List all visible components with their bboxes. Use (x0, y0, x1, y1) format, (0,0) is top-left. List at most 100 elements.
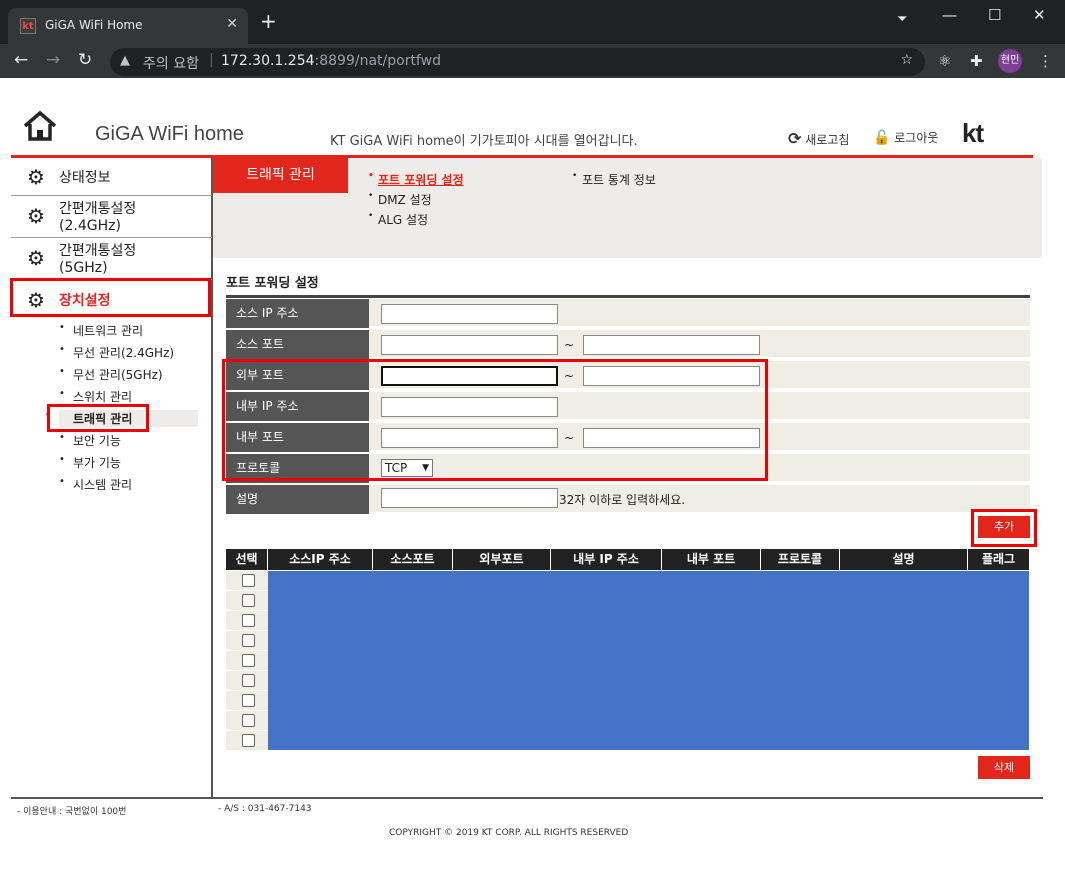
description-hint: 32자 이하로 입력하세요. (559, 493, 686, 507)
warning-icon[interactable]: ▲ (120, 53, 130, 68)
kt-logo: kt (962, 118, 984, 148)
table-body-selection (268, 571, 1029, 750)
sidebar-sub-system[interactable]: 시스템 관리 (59, 476, 132, 493)
source-port-end-input[interactable] (583, 335, 760, 355)
minimize-icon[interactable]: — (942, 6, 957, 24)
sidebar-item-label: 상태정보 (59, 170, 111, 186)
sidebar-item-label: 간편개통설정 (2.4GHz) (59, 201, 137, 234)
bookmark-star-icon[interactable]: ☆ (900, 52, 913, 68)
close-tab-icon[interactable]: ✕ (226, 16, 238, 32)
form-row-source-ip: 소스 IP 주소 (226, 299, 1030, 328)
col-source-ip: 소스IP 주소 (268, 549, 373, 570)
footer-divider (11, 797, 1043, 799)
footer-copyright: COPYRIGHT © 2019 KT CORP. ALL RIGHTS RES… (389, 828, 629, 838)
col-internal-port: 내부 포트 (662, 549, 761, 570)
extensions-icon[interactable]: ✚ (970, 52, 983, 70)
sidebar-sub-extra[interactable]: 부가 기능 (59, 454, 121, 471)
reload-icon[interactable]: ↻ (78, 51, 92, 69)
field-label: 소스 포트 (226, 330, 369, 359)
url-text: 172.30.1.254:8899/nat/portfwd (221, 53, 441, 69)
row-checkbox[interactable] (242, 674, 255, 687)
col-protocol: 프로토콜 (761, 549, 840, 570)
gear-icon: ⚙ (27, 204, 45, 228)
forward-icon[interactable]: → (46, 51, 60, 69)
form-top-border (226, 295, 1030, 298)
sidebar-item-quick-5[interactable]: ⚙ 간편개통설정 (5GHz) (11, 238, 212, 280)
table-row (226, 571, 268, 591)
tab-title: GiGA WiFi Home (45, 18, 143, 32)
gear-icon: ⚙ (27, 246, 45, 270)
tab-search-icon[interactable]: ⏷ (897, 12, 907, 27)
field-label: 설명 (226, 485, 369, 514)
security-label: 주의 요함 (143, 56, 199, 72)
table-row (226, 691, 268, 711)
react-devtools-icon[interactable]: ⚛ (938, 52, 951, 70)
link-dmz[interactable]: DMZ 설정 (368, 191, 432, 208)
tagline: KT GiGA WiFi home이 기가토피아 시대를 열어갑니다. (330, 134, 638, 149)
row-checkbox[interactable] (242, 594, 255, 607)
sidebar-item-quick-24[interactable]: ⚙ 간편개통설정 (2.4GHz) (11, 196, 212, 238)
source-port-start-input[interactable] (381, 335, 558, 355)
menu-icon[interactable]: ⋮ (1038, 52, 1053, 70)
col-flag: 플래그 (981, 552, 1016, 566)
link-port-forwarding[interactable]: 포트 포워딩 설정 (368, 171, 464, 188)
table-row (226, 611, 268, 631)
lock-icon: 🔓 (873, 130, 891, 146)
field-label: 소스 IP 주소 (226, 299, 369, 328)
highlight-box (47, 404, 149, 432)
row-checkbox[interactable] (242, 714, 255, 727)
sidebar-sub-network[interactable]: 네트워크 관리 (59, 322, 143, 339)
source-ip-input[interactable] (381, 304, 558, 324)
sidebar-item-status[interactable]: ⚙ 상태정보 (11, 158, 212, 196)
sidebar-sub-wireless-24[interactable]: 무선 관리(2.4GHz) (59, 344, 174, 361)
col-select: 선택 (226, 549, 268, 570)
sidebar-sub-security[interactable]: 보안 기능 (59, 432, 121, 449)
highlight-box (10, 278, 211, 317)
col-source-port: 소스포트 (373, 549, 453, 570)
footer-info: - 이용안내 : 국번없이 100번 (17, 807, 127, 817)
row-checkbox[interactable] (242, 694, 255, 707)
address-bar[interactable]: ▲ 주의 요함 | 172.30.1.254:8899/nat/portfwd … (110, 48, 925, 76)
col-description: 설명 (840, 549, 968, 570)
highlight-box (222, 359, 768, 481)
section-title: 포트 포워딩 설정 (226, 276, 319, 291)
logout-link[interactable]: 🔓 로그아웃 (873, 129, 938, 146)
highlight-box (971, 509, 1037, 547)
row-checkbox[interactable] (242, 574, 255, 587)
sidebar-item-label: 간편개통설정 (5GHz) (59, 243, 137, 276)
table-row (226, 651, 268, 671)
window-close-icon[interactable]: ✕ (1033, 6, 1046, 24)
maximize-icon[interactable]: ☐ (988, 6, 1001, 24)
table-row (226, 631, 268, 651)
delete-button[interactable]: 삭제 (978, 756, 1030, 779)
refresh-label: 새로고침 (805, 133, 850, 147)
browser-tab-bar: kt GiGA WiFi Home ✕ + ⏷ — ☐ ✕ (0, 0, 1065, 44)
row-checkbox[interactable] (242, 654, 255, 667)
refresh-link[interactable]: ⟳ 새로고침 (788, 129, 849, 148)
back-icon[interactable]: ← (14, 51, 28, 69)
sidebar-sub-switch[interactable]: 스위치 관리 (59, 388, 132, 405)
description-input[interactable] (381, 488, 558, 508)
sidebar-sub-wireless-5[interactable]: 무선 관리(5GHz) (59, 366, 163, 383)
site-title[interactable]: GiGA WiFi home (95, 123, 244, 146)
browser-tab[interactable]: kt GiGA WiFi Home ✕ (8, 8, 248, 44)
table-row (226, 731, 268, 751)
gear-icon: ⚙ (27, 165, 45, 189)
new-tab-button[interactable]: + (260, 11, 277, 31)
refresh-icon: ⟳ (788, 129, 802, 148)
sidebar: ⚙ 상태정보 ⚙ 간편개통설정 (2.4GHz) ⚙ 간편개통설정 (5GHz)… (11, 158, 213, 798)
range-tilde: ~ (564, 338, 575, 352)
kt-favicon-icon: kt (20, 18, 36, 34)
link-port-stats[interactable]: 포트 통계 정보 (572, 171, 656, 188)
table-row (226, 671, 268, 691)
home-icon[interactable] (22, 110, 58, 142)
row-checkbox[interactable] (242, 614, 255, 627)
footer-as: - A/S : 031-467-7143 (218, 804, 312, 814)
link-alg[interactable]: ALG 설정 (368, 211, 428, 228)
row-checkbox[interactable] (242, 734, 255, 747)
logout-label: 로그아웃 (894, 131, 939, 145)
profile-avatar[interactable]: 현민 (998, 49, 1022, 73)
tab-traffic[interactable]: 트래픽 관리 (213, 158, 348, 193)
col-internal-ip: 내부 IP 주소 (551, 549, 662, 570)
row-checkbox[interactable] (242, 634, 255, 647)
